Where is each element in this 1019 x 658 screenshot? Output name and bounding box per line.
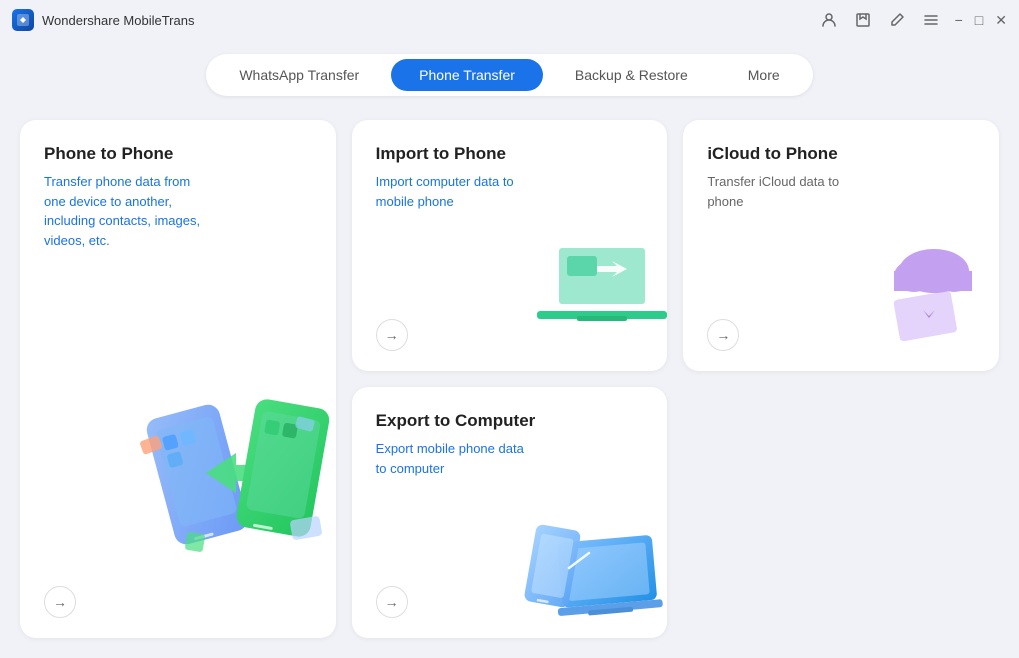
card-import-title: Import to Phone (376, 144, 644, 164)
card-export-desc: Export mobile phone data to computer (376, 439, 536, 478)
nav-tabs-container: WhatsApp Transfer Phone Transfer Backup … (206, 54, 812, 96)
tab-backup[interactable]: Backup & Restore (547, 59, 716, 91)
tab-more[interactable]: More (720, 59, 808, 91)
titlebar-left: Wondershare MobileTrans (12, 9, 194, 31)
nav-tabs: WhatsApp Transfer Phone Transfer Backup … (20, 54, 999, 96)
card-phone-to-phone[interactable]: Phone to Phone Transfer phone data from … (20, 120, 336, 638)
card-import-arrow[interactable]: → (376, 319, 408, 351)
cards-grid: Phone to Phone Transfer phone data from … (20, 120, 999, 638)
tab-whatsapp[interactable]: WhatsApp Transfer (211, 59, 387, 91)
import-illustration (527, 231, 657, 351)
card-import-desc: Import computer data to mobile phone (376, 172, 536, 211)
card-export-arrow[interactable]: → (376, 586, 408, 618)
card-icloud-desc: Transfer iCloud data to phone (707, 172, 867, 211)
card-import-to-phone[interactable]: Import to Phone Import computer data to … (352, 120, 668, 371)
user-icon[interactable] (821, 12, 837, 28)
card-icloud-title: iCloud to Phone (707, 144, 975, 164)
icloud-illustration (859, 231, 989, 351)
main-content: WhatsApp Transfer Phone Transfer Backup … (0, 40, 1019, 658)
minimize-button[interactable]: − (955, 13, 963, 27)
export-illustration (517, 498, 657, 628)
titlebar-right: − □ ✕ (821, 12, 1007, 28)
tab-phone[interactable]: Phone Transfer (391, 59, 543, 91)
close-button[interactable]: ✕ (995, 13, 1007, 27)
titlebar: Wondershare MobileTrans (0, 0, 1019, 40)
card-phone-to-phone-desc: Transfer phone data from one device to a… (44, 172, 204, 250)
app-icon (12, 9, 34, 31)
card-export-to-computer[interactable]: Export to Computer Export mobile phone d… (352, 387, 668, 638)
bookmark-icon[interactable] (855, 12, 871, 28)
app-title: Wondershare MobileTrans (42, 13, 194, 28)
window-controls: − □ ✕ (955, 13, 1007, 27)
card-export-title: Export to Computer (376, 411, 644, 431)
card-phone-to-phone-title: Phone to Phone (44, 144, 312, 164)
card-phone-to-phone-arrow[interactable]: → (44, 586, 76, 618)
edit-icon[interactable] (889, 12, 905, 28)
menu-icon[interactable] (923, 12, 939, 28)
phone-to-phone-illustration (126, 378, 336, 578)
maximize-button[interactable]: □ (975, 13, 983, 27)
card-icloud-to-phone[interactable]: iCloud to Phone Transfer iCloud data to … (683, 120, 999, 371)
card-icloud-arrow[interactable]: → (707, 319, 739, 351)
